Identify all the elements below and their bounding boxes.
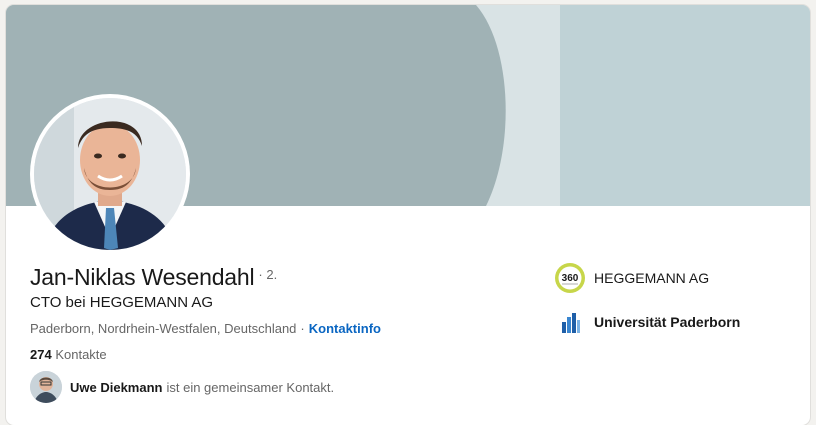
name-row: Jan-Niklas Wesendahl · 2. [30,264,277,291]
profile-location: Paderborn, Nordrhein-Westfalen, Deutschl… [30,321,297,336]
universitaet-paderborn-logo-icon [554,306,586,338]
affiliation-company-name: HEGGEMANN AG [594,270,710,286]
affiliation-education[interactable]: Universität Paderborn [554,306,740,338]
profile-name: Jan-Niklas Wesendahl [30,264,255,290]
mutual-connection[interactable]: Uwe Diekmann ist ein gemeinsamer Kontakt… [30,371,334,403]
affiliation-education-name: Universität Paderborn [594,314,741,330]
heggemann-360-logo-icon: 360 [554,262,586,294]
affiliation-company[interactable]: 360 HEGGEMANN AG [554,262,709,294]
connections-number: 274 [30,347,52,362]
connection-degree: · 2. [258,267,278,282]
mutual-connection-text: ist ein gemeinsamer Kontakt. [166,379,335,395]
profile-card: Jan-Niklas Wesendahl · 2. CTO bei HEGGEM… [6,5,810,425]
profile-photo[interactable] [30,94,190,254]
location-separator: · [300,321,305,336]
connections-label: Kontakte [55,347,107,362]
svg-text:360: 360 [562,273,579,284]
profile-photo-image [34,98,186,250]
mutual-connection-name: Uwe Diekmann [70,379,163,395]
profile-headline: CTO bei HEGGEMANN AG [30,294,214,311]
connections-count[interactable]: 274 Kontakte [30,347,107,362]
contact-info-link[interactable]: Kontaktinfo [309,321,381,336]
location-row: Paderborn, Nordrhein-Westfalen, Deutschl… [30,321,381,336]
mutual-connection-avatar [30,371,62,403]
